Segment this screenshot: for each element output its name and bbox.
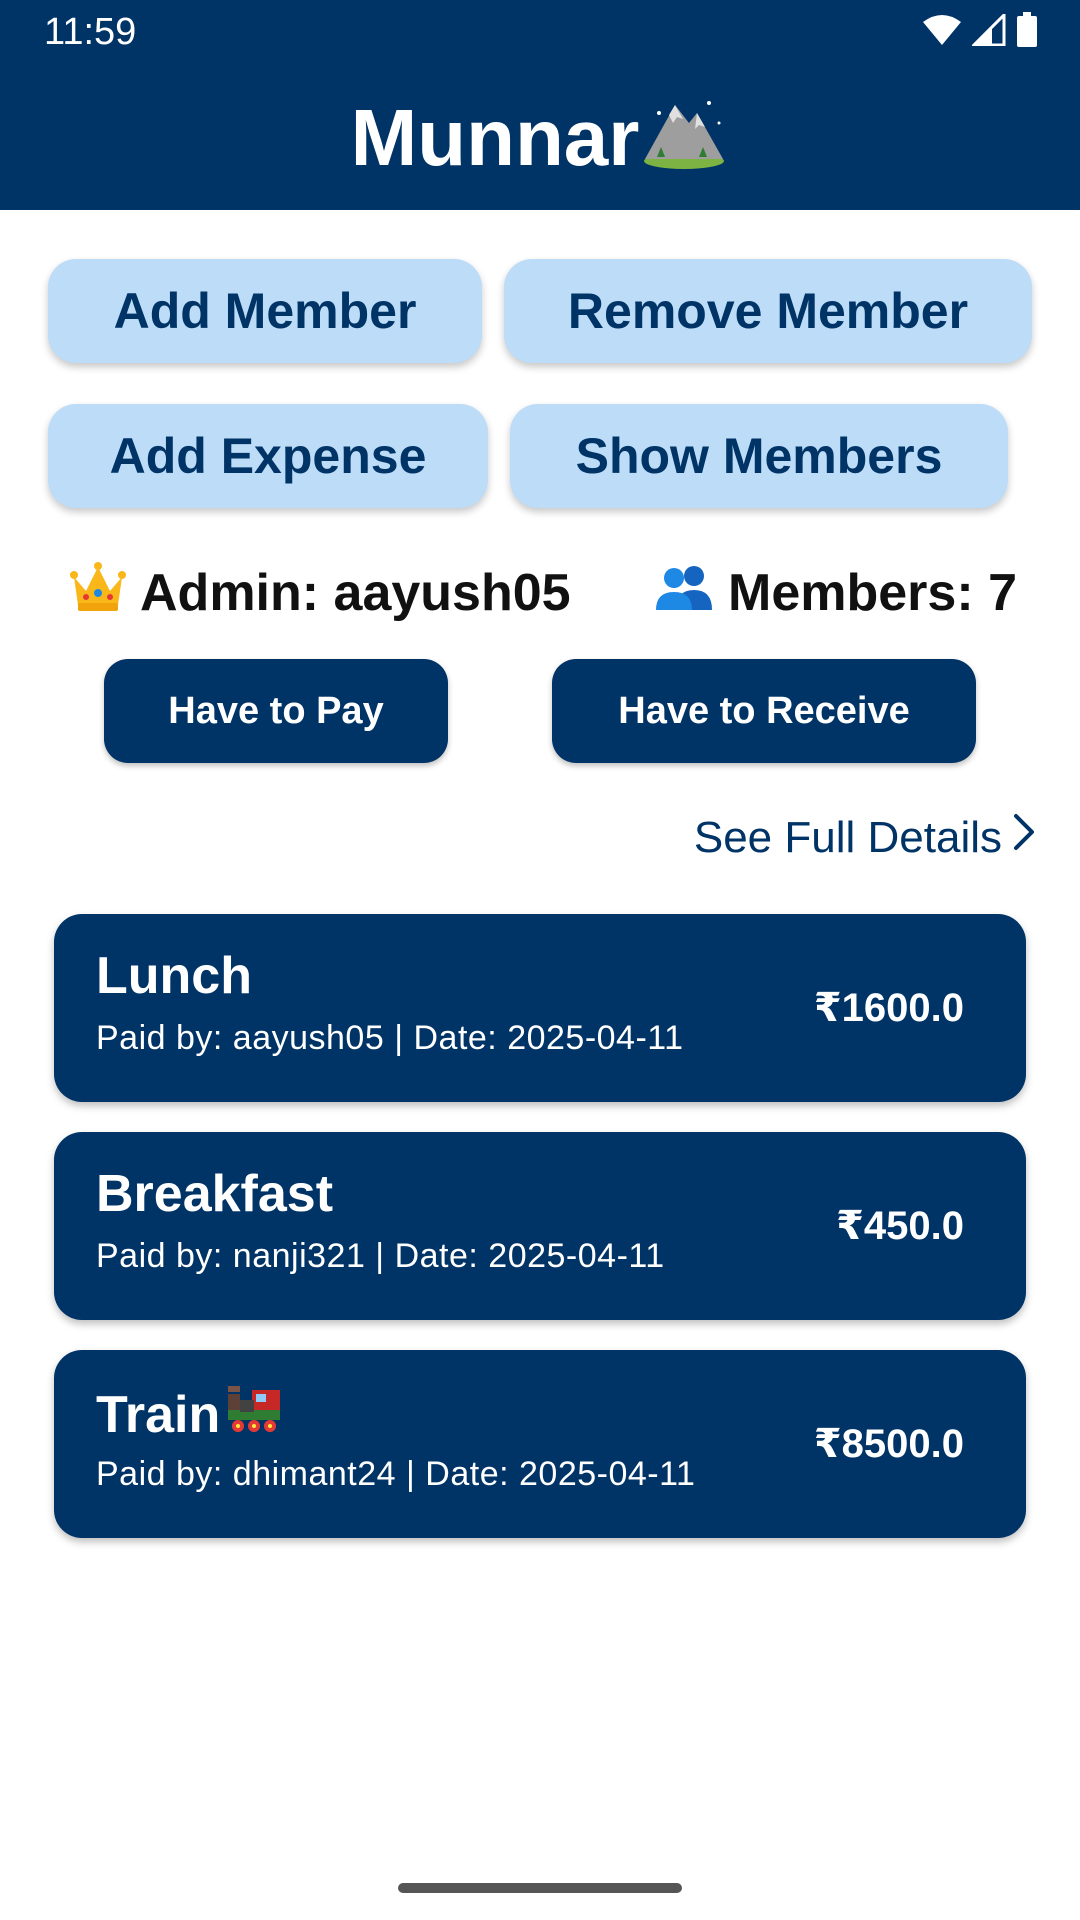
expense-amount: ₹1600.0 (813, 986, 964, 1030)
add-member-button[interactable]: Add Member (48, 259, 482, 363)
home-indicator[interactable] (398, 1883, 682, 1893)
have-to-pay-button[interactable]: Have to Pay (104, 659, 448, 763)
expense-card[interactable]: Breakfast Paid by: nanji321 | Date: 2025… (54, 1132, 1026, 1320)
expense-card[interactable]: Train Paid by: dhimant24 | Date: 2025-04… (54, 1350, 1026, 1538)
people-icon (654, 562, 714, 625)
expense-subtitle: Paid by: nanji321 | Date: 2025-04-11 (96, 1237, 665, 1275)
expense-amount: ₹450.0 (836, 1204, 964, 1248)
expense-subtitle: Paid by: aayush05 | Date: 2025-04-11 (96, 1019, 684, 1057)
expense-amount: ₹8500.0 (813, 1422, 964, 1466)
expense-title-text: Breakfast (96, 1165, 334, 1223)
members-info: Members: 7 (654, 563, 1017, 623)
admin-label: Admin: aayush05 (140, 564, 571, 622)
expense-title: Train (96, 1380, 286, 1449)
show-members-button[interactable]: Show Members (510, 404, 1008, 508)
remove-member-button[interactable]: Remove Member (504, 259, 1032, 363)
expense-title-text: Lunch (96, 947, 252, 1005)
crown-icon (70, 561, 126, 626)
expense-title-text: Train (96, 1385, 221, 1444)
locomotive-icon (224, 1380, 286, 1449)
title-text: Munnar (350, 93, 640, 182)
status-icons (922, 11, 1038, 53)
page-title: Munnar (0, 90, 1080, 194)
admin-info: Admin: aayush05 (70, 561, 571, 626)
have-to-receive-button[interactable]: Have to Receive (552, 659, 976, 763)
chevron-right-icon (1012, 810, 1036, 866)
expense-title: Breakfast (96, 1162, 333, 1226)
members-count: Members: 7 (728, 564, 1017, 622)
app-header: 11:59 Munnar (0, 0, 1080, 210)
app-screen: 11:59 Munnar Add Member Remove Member Ad… (0, 0, 1080, 1920)
expense-card[interactable]: Lunch Paid by: aayush05 | Date: 2025-04-… (54, 914, 1026, 1102)
status-time: 11:59 (44, 11, 137, 53)
mountain-icon (639, 93, 729, 194)
expense-title: Lunch (96, 944, 252, 1008)
wifi-icon (922, 14, 962, 51)
see-full-details-label: See Full Details (693, 813, 1002, 862)
see-full-details-link[interactable]: See Full Details (694, 810, 1036, 866)
signal-icon (970, 11, 1006, 51)
battery-icon (1016, 12, 1038, 53)
expense-subtitle: Paid by: dhimant24 | Date: 2025-04-11 (96, 1455, 696, 1493)
add-expense-button[interactable]: Add Expense (48, 404, 488, 508)
